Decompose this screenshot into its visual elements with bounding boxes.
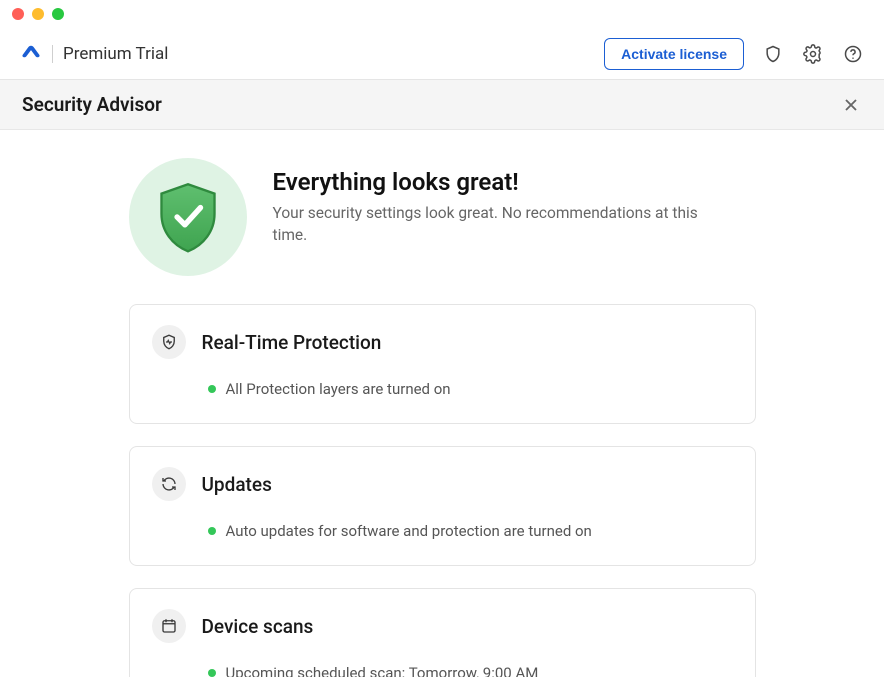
app-header: Premium Trial Activate license	[0, 28, 884, 80]
calendar-icon	[152, 609, 186, 643]
status-text: All Protection layers are turned on	[226, 377, 451, 401]
traffic-light-minimize[interactable]	[32, 8, 44, 20]
card-title: Updates	[202, 473, 272, 496]
status-hero: Everything looks great! Your security se…	[129, 158, 756, 276]
status-text: Upcoming scheduled scan: Tomorrow, 9:00 …	[226, 661, 539, 677]
page-subheader: Security Advisor	[0, 80, 884, 130]
sync-icon	[152, 467, 186, 501]
card-device-scans: Device scans Upcoming scheduled scan: To…	[129, 588, 756, 677]
status-badge	[129, 158, 247, 276]
app-logo-icon	[20, 43, 42, 65]
card-title: Real-Time Protection	[202, 331, 382, 354]
shield-check-icon	[149, 178, 227, 256]
page-title: Security Advisor	[22, 93, 162, 116]
card-real-time-protection: Real-Time Protection All Protection laye…	[129, 304, 756, 424]
card-title: Device scans	[202, 615, 314, 638]
shield-outline-icon[interactable]	[762, 43, 784, 65]
card-updates: Updates Auto updates for software and pr…	[129, 446, 756, 566]
help-icon[interactable]	[842, 43, 864, 65]
hero-subtitle: Your security settings look great. No re…	[273, 202, 703, 247]
settings-gear-icon[interactable]	[802, 43, 824, 65]
status-dot-green-icon	[208, 527, 216, 535]
close-icon[interactable]	[840, 94, 862, 116]
window-titlebar	[0, 0, 884, 28]
traffic-light-close[interactable]	[12, 8, 24, 20]
product-label: Premium Trial	[63, 44, 168, 64]
hero-title: Everything looks great!	[273, 168, 703, 196]
status-item: Auto updates for software and protection…	[208, 519, 731, 543]
status-text: Auto updates for software and protection…	[226, 519, 592, 543]
status-item: Upcoming scheduled scan: Tomorrow, 9:00 …	[208, 661, 731, 677]
status-dot-green-icon	[208, 669, 216, 677]
shield-pulse-icon	[152, 325, 186, 359]
main-content: Everything looks great! Your security se…	[0, 130, 884, 677]
status-item: All Protection layers are turned on	[208, 377, 731, 401]
header-divider	[52, 45, 53, 63]
activate-license-button[interactable]: Activate license	[604, 38, 744, 70]
status-dot-green-icon	[208, 385, 216, 393]
traffic-light-zoom[interactable]	[52, 8, 64, 20]
